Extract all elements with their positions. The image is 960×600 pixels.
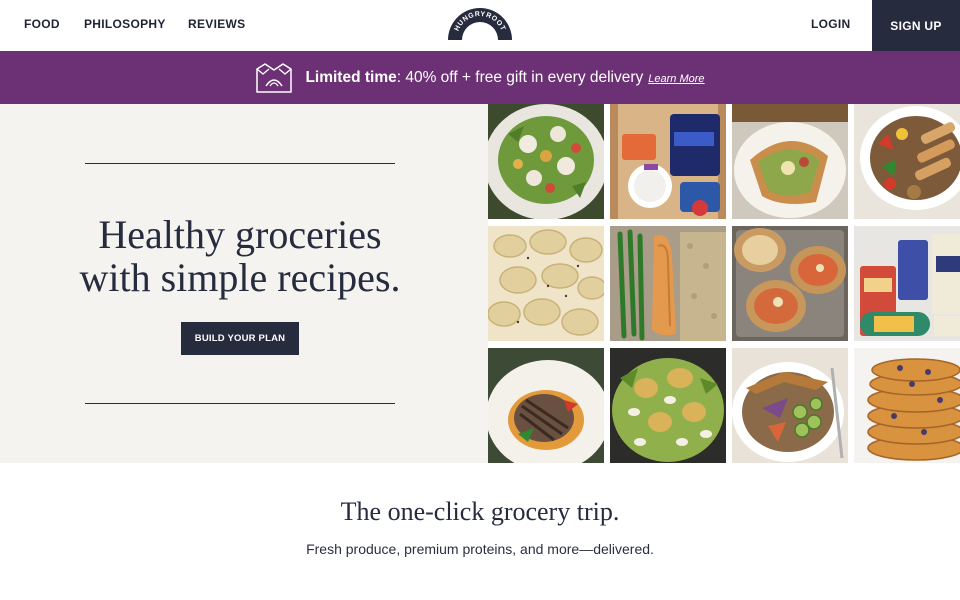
promo-text: Limited time: 40% off + free gift in eve… (305, 69, 643, 87)
nav-link-philosophy[interactable]: PHILOSOPHY (84, 17, 166, 31)
stuffed-bread-photo (732, 226, 848, 341)
top-nav: FOOD PHILOSOPHY REVIEWS HUNGRYROOT LOGIN… (0, 0, 960, 51)
promo-banner: Limited time: 40% off + free gift in eve… (0, 51, 960, 104)
promo-bold: Limited time (305, 68, 397, 86)
login-link[interactable]: LOGIN (811, 17, 851, 31)
salmon-greenbeans-photo (610, 226, 726, 341)
pasta-photo (488, 226, 604, 341)
section-title: The one-click grocery trip. (340, 497, 620, 526)
flatbread-photo (732, 104, 848, 219)
section-subtitle: Fresh produce, premium proteins, and mor… (306, 541, 654, 557)
grain-bowl-photo (732, 348, 848, 463)
grocery-products-photo (854, 226, 960, 341)
learn-more-link[interactable]: Learn More (648, 73, 704, 85)
hero-divider-top (85, 163, 395, 164)
hero-divider-bottom (85, 403, 395, 404)
build-plan-button[interactable]: BUILD YOUR PLAN (181, 322, 299, 355)
hero-title-line2: with simple recipes. (79, 255, 401, 300)
promo-offer: : 40% off + free gift in every delivery (396, 68, 644, 86)
chicken-bowl-photo (854, 104, 960, 219)
hero-title-line1: Healthy groceries (98, 212, 382, 257)
brand-logo[interactable]: HUNGRYROOT (448, 8, 512, 40)
signup-button[interactable]: SIGN UP (872, 0, 960, 51)
pancakes-photo (854, 348, 960, 463)
grocery-box-photo (610, 104, 726, 219)
gift-box-icon (256, 62, 293, 93)
food-photo-grid (488, 104, 960, 463)
grilled-patty-photo (488, 348, 604, 463)
hero-section: Healthy groceries with simple recipes. B… (0, 104, 488, 463)
nav-link-reviews[interactable]: REVIEWS (188, 17, 245, 31)
nav-link-food[interactable]: FOOD (24, 17, 60, 31)
salad-plate-photo (488, 104, 604, 219)
hero-title: Healthy groceries with simple recipes. (60, 213, 420, 299)
potato-greens-photo (610, 348, 726, 463)
